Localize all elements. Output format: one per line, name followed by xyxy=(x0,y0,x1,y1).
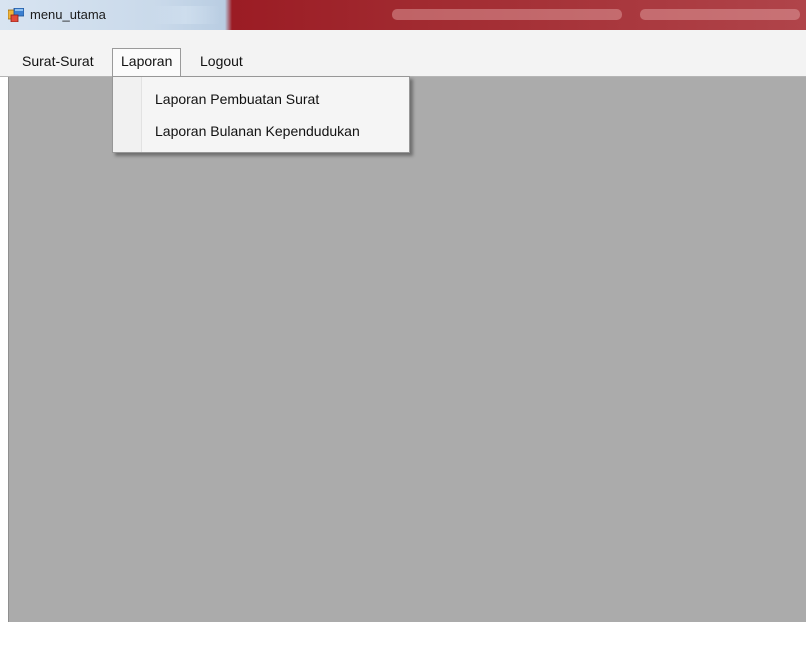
app-icon xyxy=(8,8,24,22)
window-title: menu_utama xyxy=(30,7,106,22)
mdi-client-area xyxy=(8,77,806,622)
title-bar[interactable]: menu_utama xyxy=(0,0,806,30)
title-bar-blur-text xyxy=(392,9,622,20)
menu-laporan[interactable]: Laporan xyxy=(112,48,182,77)
menu-item-laporan-pembuatan-surat[interactable]: Laporan Pembuatan Surat xyxy=(155,87,319,111)
menu-item-laporan-bulanan-kependudukan[interactable]: Laporan Bulanan Kependudukan xyxy=(155,119,360,143)
laporan-dropdown-menu: Laporan Pembuatan Surat Laporan Bulanan … xyxy=(112,76,410,153)
title-bar-blur xyxy=(150,6,220,24)
dropdown-icon-gutter xyxy=(113,77,142,152)
menu-strip-padding xyxy=(0,30,806,44)
main-window: menu_utama Surat-Surat Laporan Logout La… xyxy=(0,0,806,646)
window-bottom xyxy=(0,622,806,646)
menu-logout[interactable]: Logout xyxy=(192,48,251,74)
mdi-client-border xyxy=(8,77,9,622)
menu-surat-surat[interactable]: Surat-Surat xyxy=(14,48,102,74)
title-bar-blur-text xyxy=(640,9,800,20)
